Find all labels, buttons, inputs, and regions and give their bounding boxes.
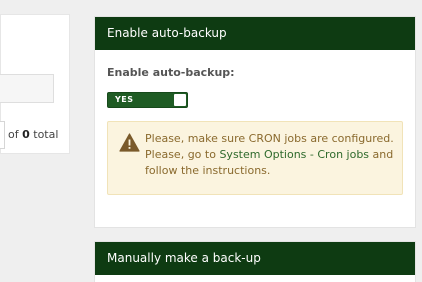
total-count-label: of 0 total <box>8 128 58 141</box>
cron-warning-alert: Please, make sure CRON jobs are configur… <box>107 121 403 195</box>
total-prefix: of <box>8 128 19 141</box>
alert-line2-prefix: Please, go to <box>145 148 216 161</box>
cron-warning-text: Please, make sure CRON jobs are configur… <box>145 131 397 179</box>
page-number-input[interactable] <box>0 121 5 149</box>
auto-backup-toggle[interactable]: YES <box>107 92 188 108</box>
manual-backup-card: Manually make a back-up <box>95 242 415 282</box>
alert-line2-suffix: and <box>372 148 394 161</box>
toggle-state-label: YES <box>115 95 134 104</box>
records-panel: of 0 total <box>0 14 70 154</box>
auto-backup-field-label: Enable auto-backup: <box>107 66 235 79</box>
alert-line3: follow the instructions. <box>145 164 271 177</box>
toggle-knob[interactable] <box>174 94 186 106</box>
backup-settings-page: of 0 total Enable auto-backup Enable aut… <box>0 0 422 282</box>
warning-triangle-icon <box>119 133 140 152</box>
manual-backup-card-title: Manually make a back-up <box>95 242 415 275</box>
search-input[interactable] <box>0 74 54 103</box>
total-suffix: total <box>33 128 59 141</box>
auto-backup-card-title: Enable auto-backup <box>95 17 415 50</box>
auto-backup-card: Enable auto-backup Enable auto-backup: Y… <box>95 17 415 227</box>
total-count: 0 <box>22 128 30 141</box>
alert-line1: Please, make sure CRON jobs are configur… <box>145 132 394 145</box>
cron-jobs-link[interactable]: System Options - Cron jobs <box>219 148 369 161</box>
